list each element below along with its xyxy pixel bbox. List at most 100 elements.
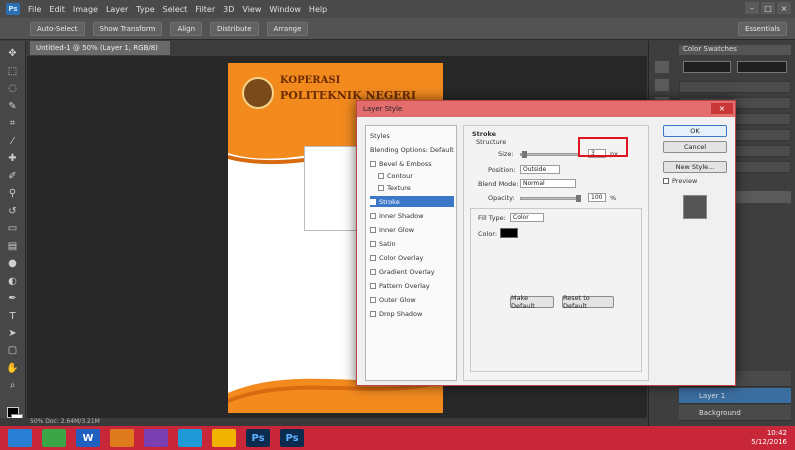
make-default-button[interactable]: Make Default xyxy=(510,294,554,310)
app-icon[interactable] xyxy=(42,429,66,447)
path-select-tool-icon[interactable]: ➤ xyxy=(4,327,22,340)
opacity-slider-knob[interactable] xyxy=(576,195,581,202)
move-tool-icon[interactable]: ✥ xyxy=(4,47,22,60)
close-icon[interactable]: × xyxy=(777,2,791,14)
checkbox[interactable] xyxy=(370,310,376,317)
system-tray-clock[interactable]: 10:42 5/12/2016 xyxy=(751,429,787,447)
document-tab[interactable]: Untitled-1 @ 50% (Layer 1, RGB/8) xyxy=(30,41,170,55)
minimize-icon[interactable]: – xyxy=(745,2,759,14)
styles-header[interactable]: Styles xyxy=(370,130,454,141)
opacity-input[interactable]: 100 xyxy=(588,193,606,202)
pen-tool-icon[interactable]: ✒ xyxy=(4,292,22,305)
stroke-color-swatch[interactable] xyxy=(500,228,518,238)
menu-edit[interactable]: Edit xyxy=(49,5,65,14)
blur-tool-icon[interactable]: ● xyxy=(4,257,22,270)
checkbox[interactable] xyxy=(370,268,376,275)
zoom-tool-icon[interactable]: ⌕ xyxy=(4,379,22,392)
checkbox[interactable] xyxy=(370,226,376,233)
properties-icon[interactable] xyxy=(655,79,669,91)
size-slider-knob[interactable] xyxy=(522,151,527,158)
folder-icon[interactable] xyxy=(212,429,236,447)
layer-item[interactable]: Background xyxy=(679,405,791,421)
position-select[interactable]: Outside xyxy=(520,165,560,174)
crop-tool-icon[interactable]: ⌗ xyxy=(4,117,22,130)
color-ramp[interactable] xyxy=(737,61,787,73)
style-item-contour[interactable]: Contour xyxy=(370,170,454,181)
gradient-tool-icon[interactable]: ▤ xyxy=(4,239,22,252)
auto-select-option[interactable]: Auto-Select xyxy=(30,21,85,36)
new-style-button[interactable]: New Style... xyxy=(663,161,727,173)
stamp-tool-icon[interactable]: ⚲ xyxy=(4,187,22,200)
size-slider[interactable] xyxy=(520,153,580,156)
blend-mode-select[interactable]: Normal xyxy=(520,179,576,188)
word-icon[interactable]: W xyxy=(76,429,100,447)
color-panel-header[interactable]: Color Swatches xyxy=(679,45,791,55)
checkbox[interactable] xyxy=(370,160,376,167)
brush-tool-icon[interactable]: ✐ xyxy=(4,169,22,182)
workspace-selector[interactable]: Essentials xyxy=(737,21,787,36)
style-item-drop-shadow[interactable]: Drop Shadow xyxy=(370,308,454,319)
opacity-slider[interactable] xyxy=(520,197,580,200)
menu-3d[interactable]: 3D xyxy=(223,5,234,14)
style-item-pattern-overlay[interactable]: Pattern Overlay xyxy=(370,280,454,291)
preview-checkbox[interactable] xyxy=(663,178,669,184)
quick-select-tool-icon[interactable]: ✎ xyxy=(4,99,22,112)
style-item-satin[interactable]: Satin xyxy=(370,238,454,249)
eyedropper-tool-icon[interactable]: ⁄ xyxy=(4,134,22,147)
photoshop-taskbar-icon[interactable]: Ps xyxy=(246,429,270,447)
checkbox[interactable] xyxy=(370,254,376,261)
lasso-tool-icon[interactable]: ◌ xyxy=(4,82,22,95)
style-item-inner-shadow[interactable]: Inner Shadow xyxy=(370,210,454,221)
checkbox[interactable] xyxy=(378,184,384,191)
style-item-bevel[interactable]: Bevel & Emboss xyxy=(370,158,454,169)
menu-layer[interactable]: Layer xyxy=(106,5,128,14)
checkbox[interactable] xyxy=(370,198,376,205)
type-tool-icon[interactable]: T xyxy=(4,309,22,322)
checkbox[interactable] xyxy=(370,296,376,303)
adjustments-row[interactable] xyxy=(679,81,791,93)
checkbox[interactable] xyxy=(370,282,376,289)
style-item-texture[interactable]: Texture xyxy=(370,182,454,193)
app-icon[interactable] xyxy=(144,429,168,447)
healing-tool-icon[interactable]: ✚ xyxy=(4,152,22,165)
fill-type-select[interactable]: Color xyxy=(510,213,544,222)
hand-tool-icon[interactable]: ✋ xyxy=(4,362,22,375)
menu-window[interactable]: Window xyxy=(269,5,301,14)
checkbox[interactable] xyxy=(378,172,384,179)
checkbox[interactable] xyxy=(370,240,376,247)
history-brush-tool-icon[interactable]: ↺ xyxy=(4,204,22,217)
distribute-option[interactable]: Distribute xyxy=(210,21,259,36)
reset-default-button[interactable]: Reset to Default xyxy=(562,294,614,310)
style-item-color-overlay[interactable]: Color Overlay xyxy=(370,252,454,263)
shape-tool-icon[interactable]: ▢ xyxy=(4,344,22,357)
dodge-tool-icon[interactable]: ◐ xyxy=(4,274,22,287)
eraser-tool-icon[interactable]: ▭ xyxy=(4,222,22,235)
style-item-inner-glow[interactable]: Inner Glow xyxy=(370,224,454,235)
preview-toggle[interactable]: Preview xyxy=(663,177,697,185)
menu-filter[interactable]: Filter xyxy=(195,5,215,14)
menu-file[interactable]: File xyxy=(28,5,41,14)
start-button-icon[interactable] xyxy=(8,429,32,447)
menu-image[interactable]: Image xyxy=(73,5,98,14)
menu-help[interactable]: Help xyxy=(309,5,327,14)
menu-view[interactable]: View xyxy=(242,5,261,14)
ok-button[interactable]: OK xyxy=(663,125,727,137)
photoshop-taskbar-icon[interactable]: Ps xyxy=(280,429,304,447)
marquee-tool-icon[interactable]: ⬚ xyxy=(4,64,22,77)
menu-type[interactable]: Type xyxy=(136,5,154,14)
history-icon[interactable] xyxy=(655,61,669,73)
arrange-option[interactable]: Arrange xyxy=(266,21,309,36)
layer-item[interactable]: Layer 1 xyxy=(679,388,791,404)
color-spectrum[interactable] xyxy=(683,61,731,73)
align-option[interactable]: Align xyxy=(170,21,203,36)
show-transform-option[interactable]: Show Transform xyxy=(92,21,163,36)
style-item-gradient-overlay[interactable]: Gradient Overlay xyxy=(370,266,454,277)
app-icon[interactable] xyxy=(178,429,202,447)
menu-select[interactable]: Select xyxy=(163,5,188,14)
app-icon[interactable] xyxy=(110,429,134,447)
cancel-button[interactable]: Cancel xyxy=(663,141,727,153)
checkbox[interactable] xyxy=(370,212,376,219)
dialog-close-button[interactable]: × xyxy=(711,103,733,114)
maximize-icon[interactable]: □ xyxy=(761,2,775,14)
style-item-stroke[interactable]: Stroke xyxy=(370,196,454,207)
